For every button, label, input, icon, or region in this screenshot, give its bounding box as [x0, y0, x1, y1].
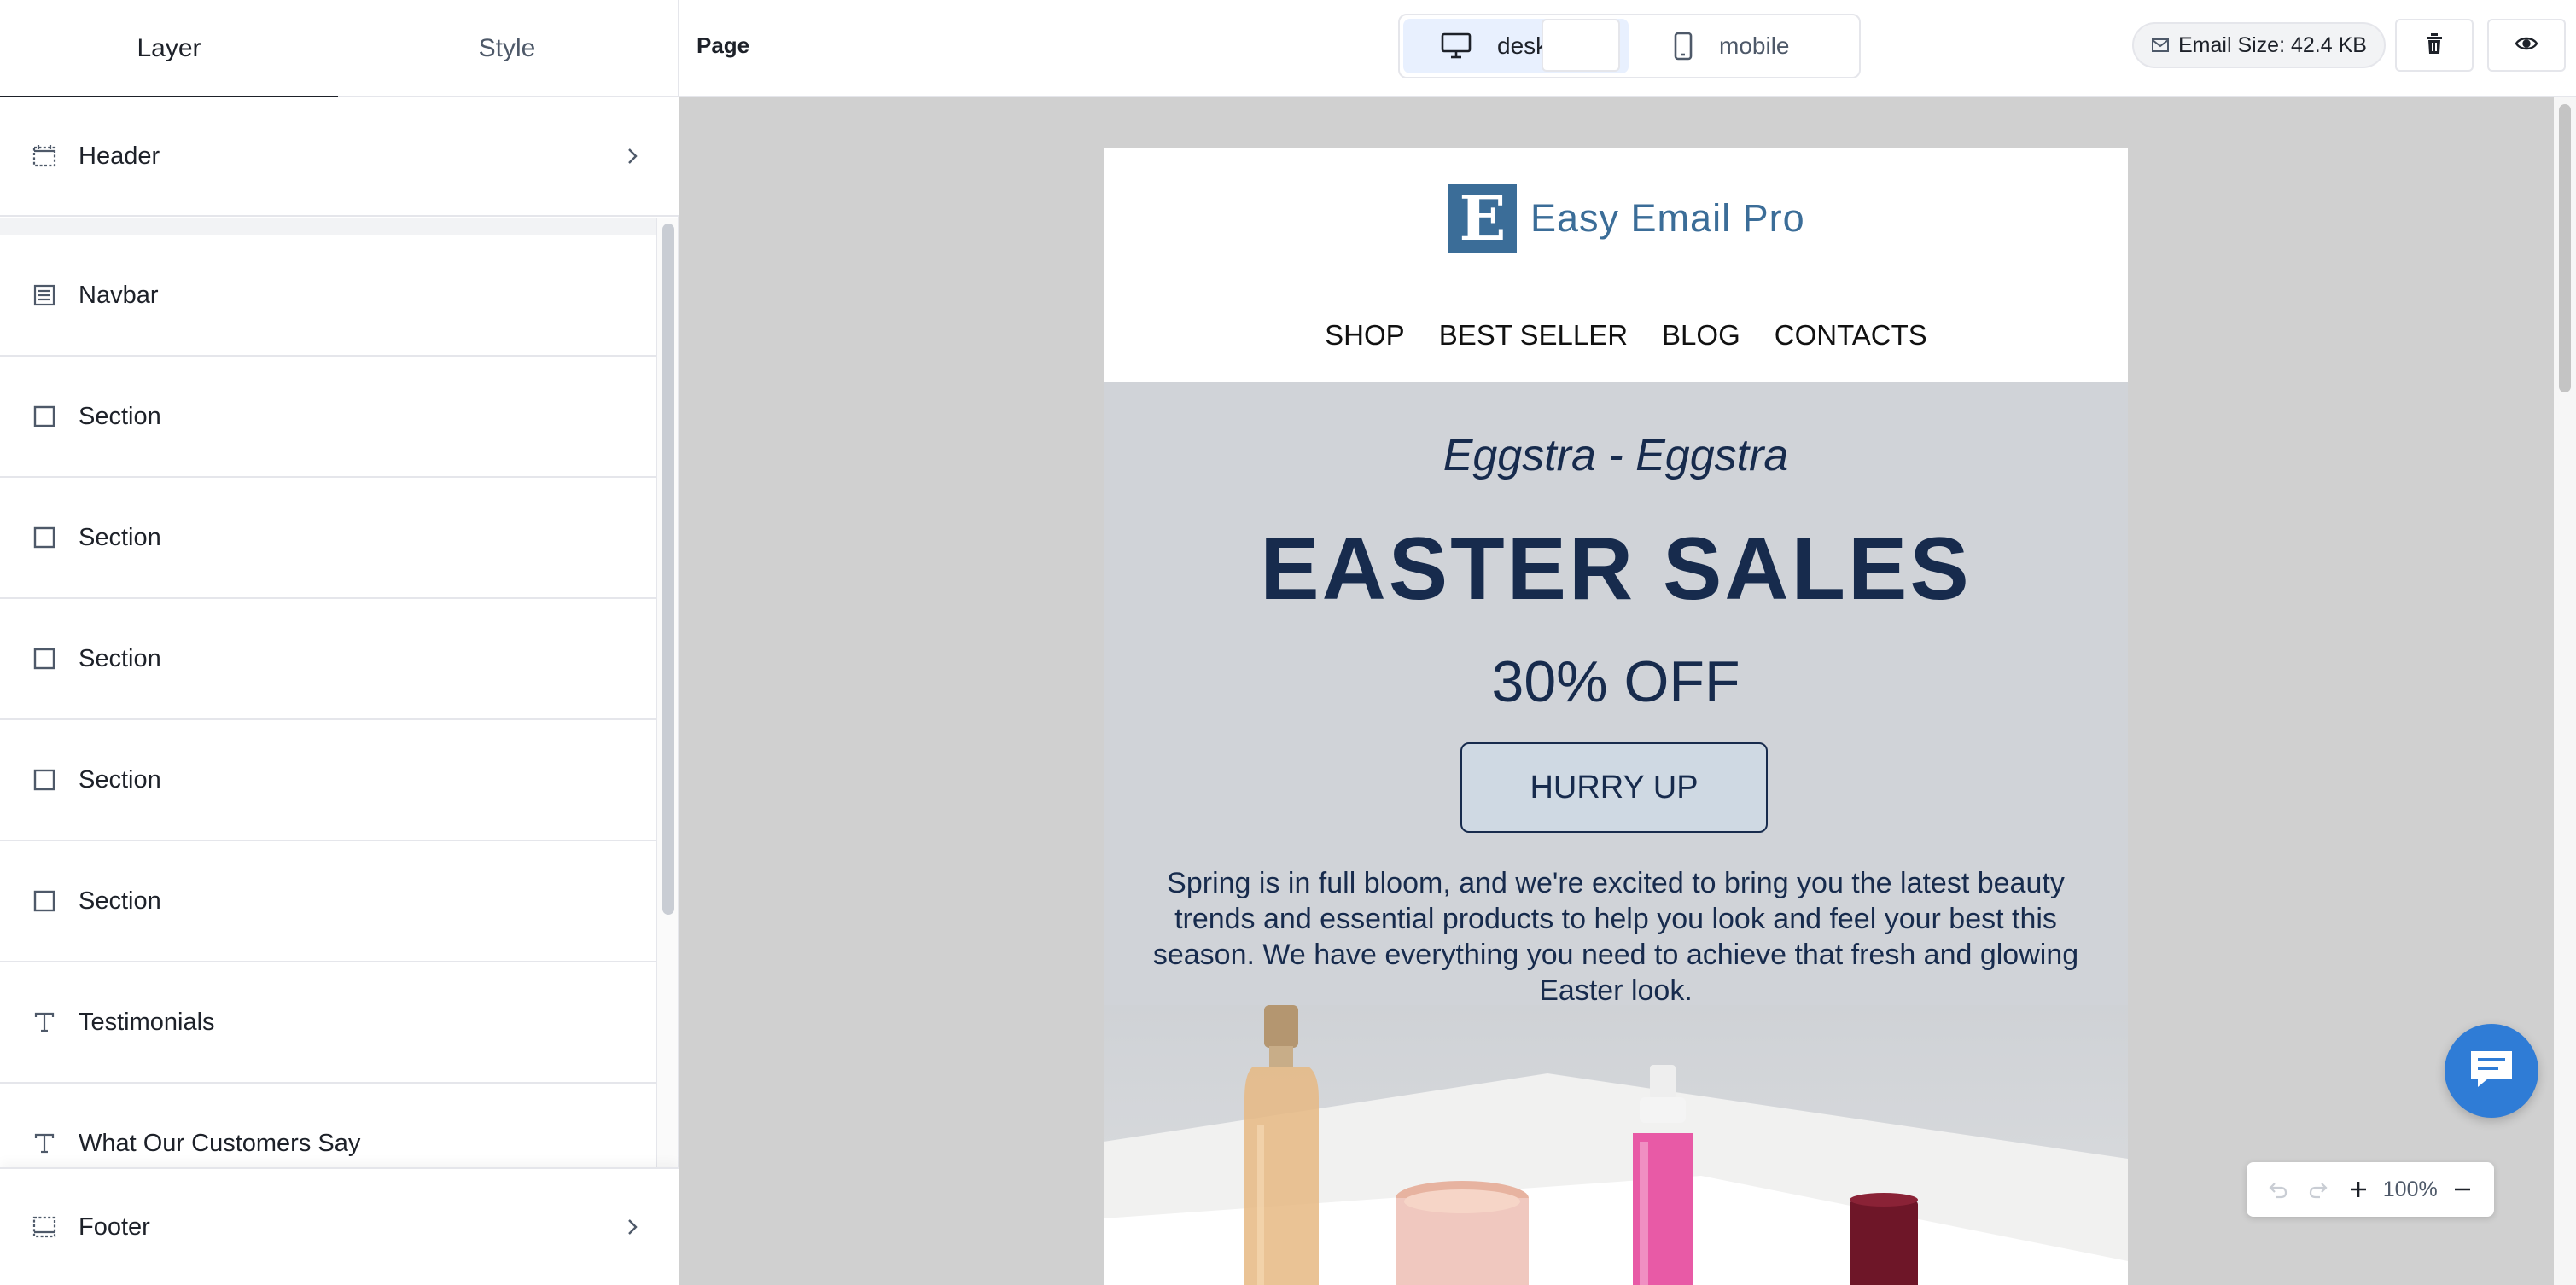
panel-tabs: Layer Style — [0, 0, 679, 99]
layer-item-label: Testimonials — [79, 1008, 215, 1036]
section-icon — [31, 524, 58, 551]
layer-item-section[interactable]: Section — [0, 599, 656, 720]
zoom-in-icon[interactable] — [2343, 1174, 2374, 1205]
delete-button[interactable] — [1542, 19, 1620, 72]
mobile-label: mobile — [1719, 32, 1790, 59]
layer-item-section[interactable]: Section — [0, 357, 656, 478]
preview-button[interactable] — [2487, 19, 2566, 72]
hero-tagline: Eggstra - Eggstra — [1442, 431, 1789, 480]
brand-logo[interactable]: E Easy Email Pro — [1448, 184, 1805, 253]
hero-body-text: Spring is in full bloom, and we're excit… — [1152, 867, 2079, 1007]
layer-item-label: What Our Customers Say — [79, 1129, 361, 1157]
layer-header-row[interactable]: Header — [0, 97, 679, 217]
top-toolbar: Page desktop mobile Email Size: 42.4 KB — [679, 0, 2576, 97]
text-icon — [31, 1130, 58, 1157]
nav-shop[interactable]: SHOP — [1325, 319, 1405, 352]
layer-item-label: Section — [79, 402, 161, 430]
device-switch: desktop mobile — [1398, 14, 1861, 78]
mail-icon — [2151, 38, 2170, 53]
section-icon — [31, 766, 58, 794]
hero-offer: 30% OFF — [1491, 649, 1740, 714]
email-hero-section[interactable]: Eggstra - Eggstra EASTER SALES 30% OFF H… — [1104, 382, 2128, 1285]
section-icon — [31, 887, 58, 915]
mobile-icon — [1673, 32, 1693, 61]
layer-item-section[interactable]: Section — [0, 841, 656, 962]
layer-item-section[interactable]: Section — [0, 720, 656, 841]
logo-text: Easy Email Pro — [1530, 196, 1805, 240]
layer-footer-label: Footer — [79, 1212, 150, 1241]
layer-item-label: Section — [79, 887, 161, 915]
email-header[interactable]: E Easy Email Pro SHOP BEST SELLER BLOG C… — [1104, 148, 2128, 382]
nav-contacts[interactable]: CONTACTS — [1775, 319, 1927, 352]
tab-style[interactable]: Style — [338, 0, 676, 97]
layer-item-navbar[interactable]: Navbar — [0, 235, 656, 357]
layer-item-label: Section — [79, 644, 161, 672]
chevron-right-icon[interactable] — [606, 1201, 657, 1253]
layer-footer-row[interactable]: Footer — [0, 1167, 679, 1285]
zoom-controls: 100% — [2247, 1162, 2494, 1217]
hero-headline: EASTER SALES — [1260, 520, 1972, 619]
layer-header-label: Header — [79, 142, 160, 170]
nav-best-seller[interactable]: BEST SELLER — [1439, 319, 1628, 352]
email-navbar: SHOP BEST SELLER BLOG CONTACTS — [1104, 319, 2128, 352]
layer-item-label: Section — [79, 765, 161, 794]
layer-item-section[interactable]: Section — [0, 478, 656, 599]
product-image — [1104, 1005, 2128, 1285]
logo-mark: E — [1448, 184, 1517, 253]
layer-item-testimonials[interactable]: Testimonials — [0, 962, 656, 1084]
navbar-icon — [31, 282, 58, 309]
delete-button[interactable] — [2395, 19, 2474, 72]
email-canvas[interactable]: E Easy Email Pro SHOP BEST SELLER BLOG C… — [679, 97, 2554, 1285]
layer-panel: Layer Style Header Navbar Section Sectio… — [0, 0, 679, 1285]
desktop-icon — [1441, 32, 1472, 60]
layer-list-scrollbar[interactable] — [656, 218, 678, 1167]
text-icon — [31, 1009, 58, 1036]
email-preview: E Easy Email Pro SHOP BEST SELLER BLOG C… — [1104, 148, 2128, 1285]
trash-icon — [2424, 32, 2445, 59]
eye-icon — [2515, 35, 2538, 56]
redo-icon[interactable] — [2303, 1174, 2334, 1205]
zoom-out-icon[interactable] — [2447, 1174, 2478, 1205]
section-icon — [31, 403, 58, 430]
mobile-view-button[interactable]: mobile — [1635, 19, 1827, 73]
canvas-scrollbar[interactable] — [2554, 97, 2576, 1285]
layer-item-text[interactable]: What Our Customers Say — [0, 1084, 656, 1167]
layer-item-label: Section — [79, 523, 161, 551]
footer-block-icon — [31, 1213, 58, 1241]
chevron-right-icon[interactable] — [606, 131, 657, 182]
nav-blog[interactable]: BLOG — [1662, 319, 1740, 352]
header-block-icon — [31, 142, 58, 170]
zoom-level: 100% — [2382, 1177, 2438, 1201]
hurry-up-button[interactable]: HURRY UP — [1460, 742, 1768, 833]
canvas-scroll-thumb[interactable] — [2559, 104, 2571, 392]
section-icon — [31, 645, 58, 672]
layer-item-label: Navbar — [79, 281, 159, 309]
email-size-text: Email Size: 42.4 KB — [2178, 32, 2367, 57]
layer-list: Navbar Section Section Section Section S… — [0, 218, 656, 1167]
tab-layer[interactable]: Layer — [0, 0, 338, 99]
undo-icon[interactable] — [2263, 1174, 2293, 1205]
page-label: Page — [696, 32, 750, 58]
email-size-badge: Email Size: 42.4 KB — [2132, 22, 2386, 68]
chat-button[interactable] — [2445, 1024, 2538, 1118]
layer-list-scroll-thumb[interactable] — [662, 224, 674, 915]
chat-icon — [2466, 1046, 2517, 1096]
cosmetics-illustration — [1104, 1005, 2128, 1285]
